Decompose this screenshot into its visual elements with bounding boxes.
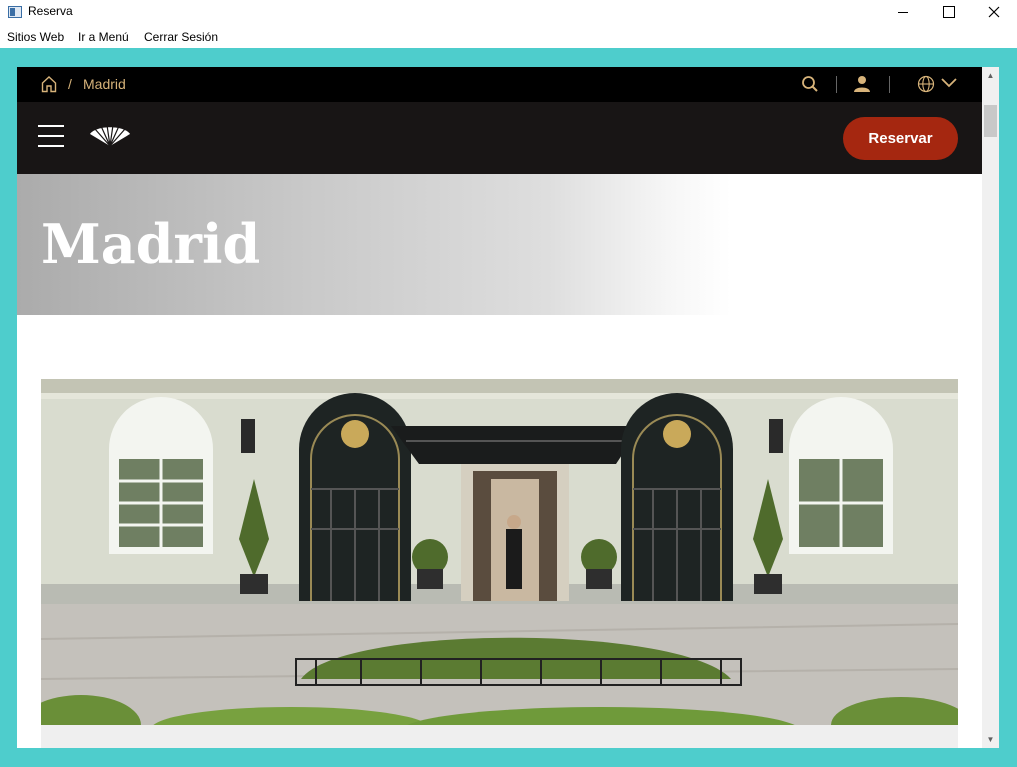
home-icon[interactable] bbox=[41, 75, 57, 93]
window-title: Reserva bbox=[28, 4, 73, 18]
web-viewport: / Madrid Reservar Madrid ▲ ▼ bbox=[17, 67, 999, 748]
chevron-down-icon[interactable] bbox=[940, 77, 958, 89]
scroll-down-arrow-icon[interactable]: ▼ bbox=[982, 731, 999, 748]
close-icon bbox=[988, 6, 1000, 18]
app-menubar: Sitios Web Ir a Menú Cerrar Sesión bbox=[0, 28, 1017, 48]
vertical-scrollbar[interactable]: ▲ ▼ bbox=[982, 67, 999, 748]
breadcrumb-current: Madrid bbox=[83, 76, 126, 92]
scroll-thumb[interactable] bbox=[984, 105, 997, 137]
maximize-button[interactable] bbox=[926, 0, 972, 24]
app-icon bbox=[8, 6, 22, 18]
fan-logo[interactable] bbox=[88, 122, 132, 148]
window-titlebar: Reserva bbox=[0, 0, 1017, 24]
divider bbox=[836, 76, 837, 93]
main-navbar: Reservar bbox=[17, 102, 982, 174]
menu-item-cerrar-sesion[interactable]: Cerrar Sesión bbox=[144, 30, 218, 44]
search-icon[interactable] bbox=[801, 75, 819, 93]
utility-bar: / Madrid bbox=[17, 67, 982, 102]
scroll-up-arrow-icon[interactable]: ▲ bbox=[982, 67, 999, 84]
menu-item-ir-a-menu[interactable]: Ir a Menú bbox=[78, 30, 129, 44]
menu-item-sitios-web[interactable]: Sitios Web bbox=[7, 30, 64, 44]
hotel-facade-image bbox=[41, 379, 958, 725]
breadcrumb-separator: / bbox=[68, 76, 72, 92]
hamburger-icon[interactable] bbox=[38, 125, 64, 147]
globe-icon[interactable] bbox=[917, 75, 935, 93]
page-title: Madrid bbox=[41, 212, 261, 276]
hero-banner: Madrid bbox=[17, 174, 982, 315]
divider bbox=[889, 76, 890, 93]
reserve-button[interactable]: Reservar bbox=[843, 117, 958, 160]
content-strip bbox=[41, 725, 958, 748]
user-icon[interactable] bbox=[853, 75, 871, 93]
close-button[interactable] bbox=[971, 0, 1017, 24]
minimize-button[interactable] bbox=[880, 0, 926, 24]
